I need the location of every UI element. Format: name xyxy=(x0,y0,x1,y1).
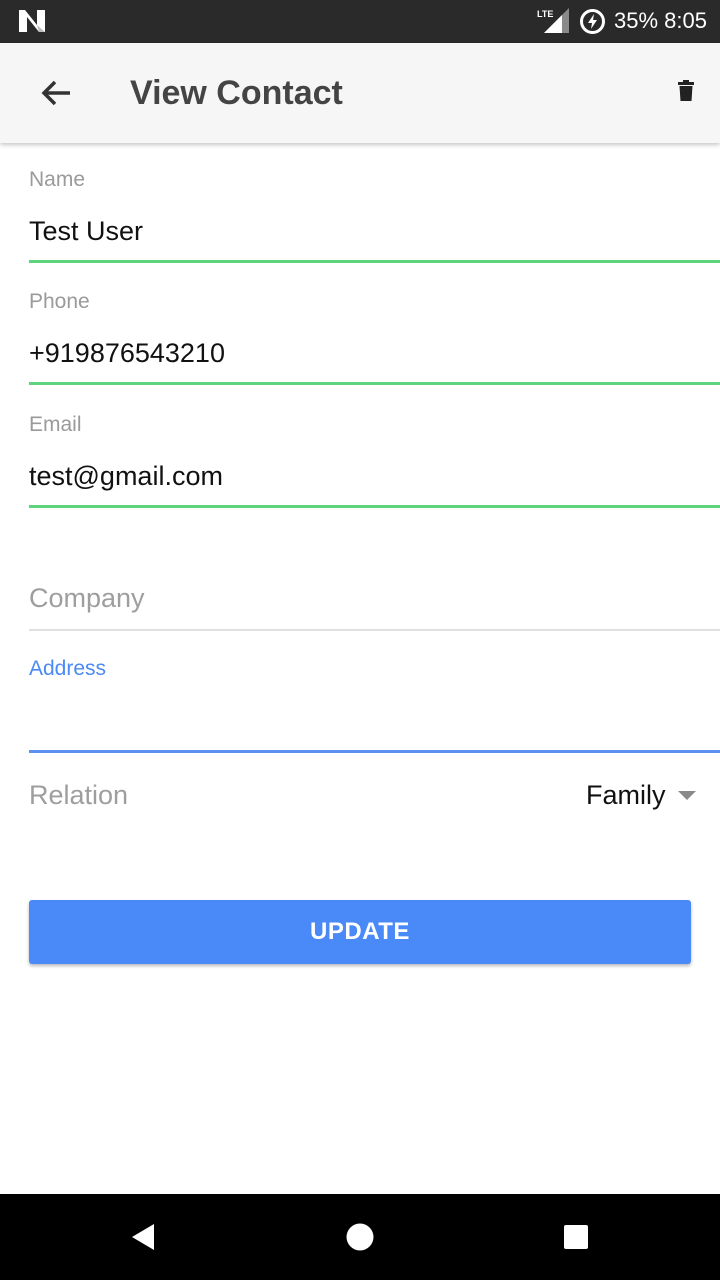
app-bar: View Contact xyxy=(0,43,720,143)
nav-recents-icon xyxy=(564,1225,588,1249)
email-field[interactable]: Email test@gmail.com xyxy=(29,405,720,511)
company-underline xyxy=(29,629,720,631)
phone-label: Phone xyxy=(29,290,90,313)
battery-charging-icon xyxy=(580,9,605,34)
address-underline xyxy=(29,750,720,753)
navigation-bar xyxy=(0,1194,720,1280)
back-button[interactable] xyxy=(28,69,88,117)
phone-input[interactable]: +919876543210 xyxy=(29,336,225,370)
dropdown-caret-icon xyxy=(678,791,696,800)
nav-home-button[interactable] xyxy=(335,1212,385,1262)
address-label: Address xyxy=(29,657,107,680)
name-underline xyxy=(29,260,720,263)
email-underline xyxy=(29,505,720,508)
phone-field[interactable]: Phone +919876543210 xyxy=(29,282,720,388)
nav-back-icon xyxy=(132,1224,154,1250)
arrow-left-icon xyxy=(41,80,70,106)
status-text: 35% 8:05 xyxy=(614,8,707,34)
relation-label: Relation xyxy=(29,780,129,810)
nav-recents-button[interactable] xyxy=(551,1212,601,1262)
nav-back-button[interactable] xyxy=(120,1212,170,1262)
n-logo-icon xyxy=(19,10,45,32)
battery-percent: 35% xyxy=(614,8,659,33)
update-button[interactable]: UPDATE xyxy=(29,900,691,964)
email-input[interactable]: test@gmail.com xyxy=(29,459,223,493)
name-field[interactable]: Name Test User xyxy=(29,160,720,266)
address-field[interactable]: Address xyxy=(29,650,720,756)
company-field[interactable]: Company xyxy=(29,570,720,634)
trash-icon xyxy=(678,80,694,101)
email-label: Email xyxy=(29,413,82,436)
lte-signal-icon: LTE xyxy=(537,8,569,33)
relation-selected-value: Family xyxy=(586,780,666,810)
delete-button[interactable] xyxy=(664,69,708,117)
name-label: Name xyxy=(29,168,86,191)
name-input[interactable]: Test User xyxy=(29,214,143,248)
relation-row: Relation Family xyxy=(29,774,720,818)
clock-time: 8:05 xyxy=(664,8,707,33)
company-input[interactable]: Company xyxy=(29,581,145,615)
status-bar: LTE 35% 8:05 xyxy=(0,0,720,43)
svg-text:LTE: LTE xyxy=(537,9,553,19)
nav-home-icon xyxy=(346,1223,374,1251)
page-title: View Contact xyxy=(130,74,343,112)
phone-underline xyxy=(29,382,720,385)
relation-dropdown[interactable]: Family xyxy=(581,774,701,818)
